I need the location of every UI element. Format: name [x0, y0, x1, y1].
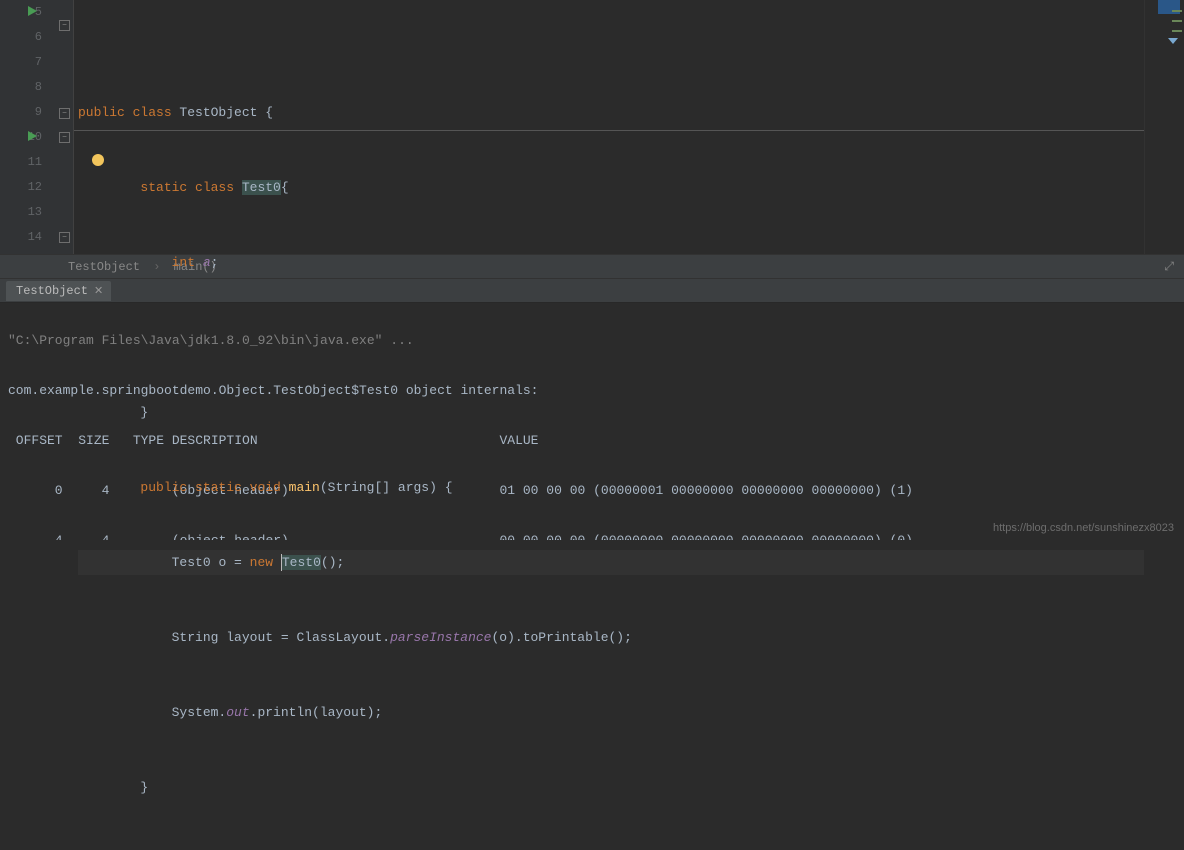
- blank-line: [78, 325, 1144, 350]
- keyword: int: [172, 255, 203, 270]
- keyword: public class: [78, 105, 179, 120]
- code-text: {: [257, 105, 273, 120]
- code-text: .println(layout);: [250, 705, 383, 720]
- line-number: 8: [0, 75, 42, 100]
- class-ref: Test0: [172, 555, 211, 570]
- marker[interactable]: [1172, 30, 1182, 32]
- line-number: 5: [0, 0, 42, 25]
- code-text: ;: [211, 255, 219, 270]
- run-gutter-icon[interactable]: [28, 6, 37, 16]
- code-text: (o).toPrintable();: [491, 630, 631, 645]
- expand-icon[interactable]: ⤢: [1164, 255, 1174, 279]
- line-number: 7: [0, 50, 42, 75]
- class-name: TestObject: [179, 105, 257, 120]
- static-field: out: [226, 705, 249, 720]
- line-number: 12: [0, 175, 42, 200]
- code-text: System.: [172, 705, 227, 720]
- caret-line: Test0 o = new Test0();: [78, 550, 1144, 575]
- line-number: 14: [0, 225, 42, 250]
- intention-bulb-icon[interactable]: [92, 154, 104, 166]
- code-text: ();: [321, 555, 344, 570]
- run-gutter-icon[interactable]: [28, 131, 37, 141]
- code-text: {: [281, 180, 289, 195]
- keyword: new: [250, 555, 281, 570]
- line-number: 10: [0, 125, 42, 150]
- static-method: parseInstance: [390, 630, 491, 645]
- code-text: }: [140, 780, 148, 795]
- line-number: 11: [0, 150, 42, 175]
- keyword: public static void: [140, 480, 288, 495]
- marker[interactable]: [1172, 20, 1182, 22]
- code-text: o =: [211, 555, 250, 570]
- line-number-gutter: 5 6 7 8 9 10 11 12 13 14: [0, 0, 56, 254]
- line-number: 13: [0, 200, 42, 225]
- line-number: 9: [0, 100, 42, 125]
- class-ref: Test0: [282, 555, 321, 570]
- marker[interactable]: [1172, 10, 1182, 12]
- chevron-down-icon[interactable]: [1168, 38, 1178, 44]
- code-text: String layout = ClassLayout.: [172, 630, 390, 645]
- code-editor[interactable]: public class TestObject { static class T…: [74, 0, 1144, 254]
- class-name: Test0: [242, 180, 281, 195]
- code-text: (String[] args) {: [320, 480, 453, 495]
- watermark: https://blog.csdn.net/sunshinezx8023: [993, 522, 1174, 534]
- keyword: static class: [140, 180, 241, 195]
- method-separator: [74, 130, 1144, 131]
- code-text: }: [140, 405, 148, 420]
- error-stripe[interactable]: [1144, 0, 1184, 254]
- fold-toggle-icon[interactable]: −: [59, 108, 70, 119]
- field: a: [203, 255, 211, 270]
- fold-toggle-icon[interactable]: −: [59, 132, 70, 143]
- fold-toggle-icon[interactable]: −: [59, 232, 70, 243]
- fold-toggle-icon[interactable]: −: [59, 20, 70, 31]
- line-number: 6: [0, 25, 42, 50]
- method-name: main: [289, 480, 320, 495]
- fold-column: − − − −: [56, 0, 74, 254]
- editor-area: 5 6 7 8 9 10 11 12 13 14 − − − − public …: [0, 0, 1184, 255]
